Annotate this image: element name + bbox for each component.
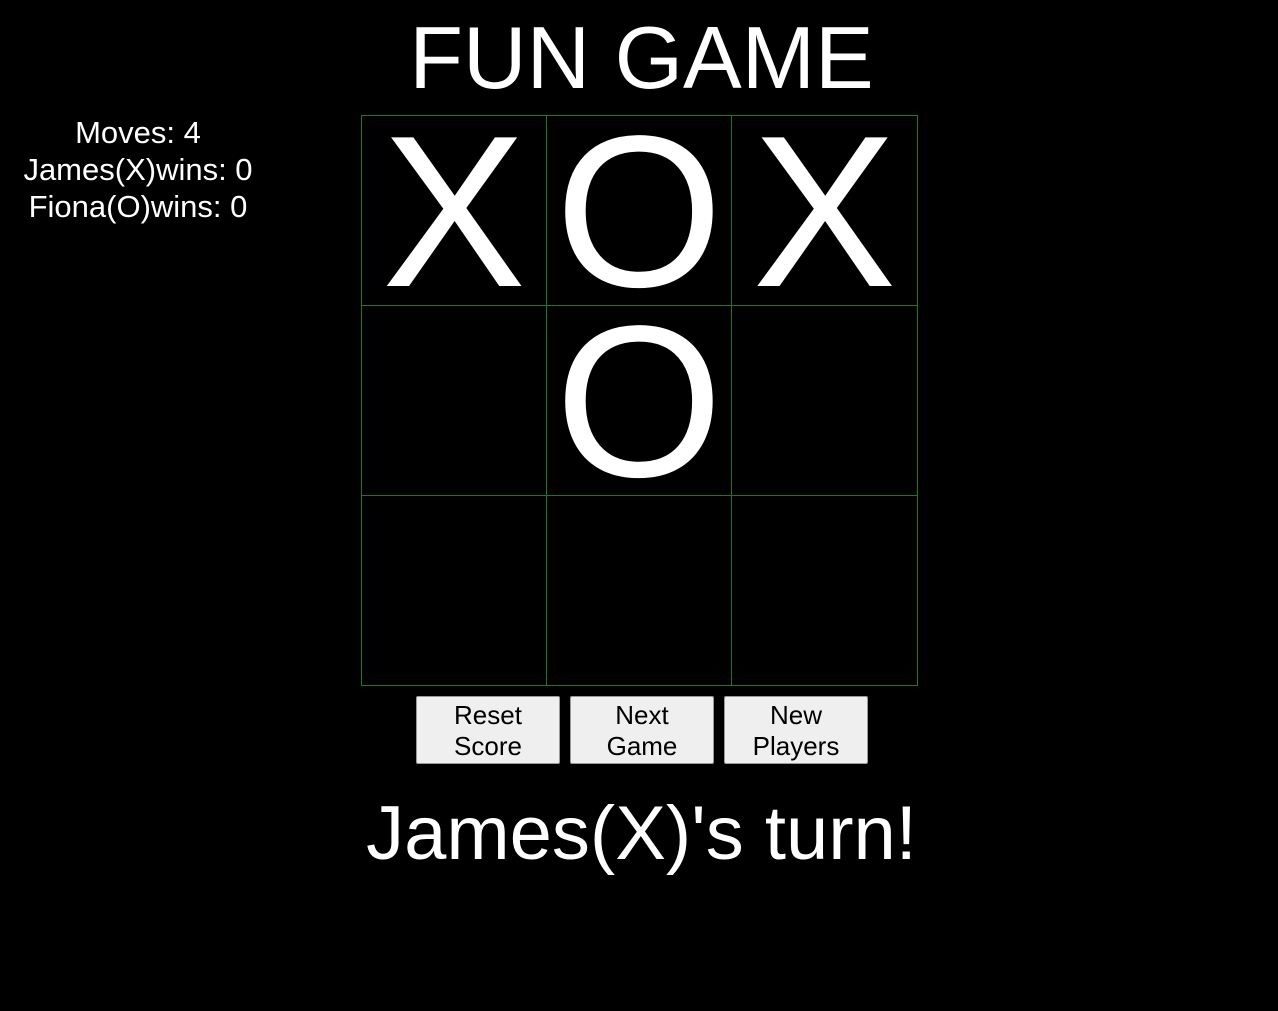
- board-cell-7[interactable]: [361, 495, 547, 686]
- player-o-wins: Fiona(O)wins: 0: [28, 189, 248, 224]
- button-row: Reset Score Next Game New Players: [416, 696, 868, 764]
- game-title: FUN GAME: [409, 8, 874, 107]
- board-cell-8[interactable]: [546, 495, 732, 686]
- board-cell-2[interactable]: O: [546, 115, 732, 306]
- board-cell-4[interactable]: [361, 305, 547, 496]
- reset-score-label-line-1: Reset: [454, 700, 522, 730]
- turn-status: James(X)'s turn!: [366, 791, 917, 876]
- next-game-button[interactable]: Next Game: [570, 696, 714, 764]
- next-game-label-line-2: Game: [606, 731, 678, 761]
- new-players-button[interactable]: New Players: [724, 696, 868, 764]
- new-players-label-line-2: Players: [752, 731, 840, 761]
- board-cell-3[interactable]: X: [731, 115, 918, 306]
- scoreboard: Moves: 4 James(X)wins: 0 Fiona(O)wins: 0: [8, 114, 268, 225]
- reset-score-label-line-2: Score: [454, 731, 522, 761]
- next-game-label-line-1: Next: [615, 700, 669, 730]
- player-x-wins: James(X)wins: 0: [23, 152, 253, 187]
- moves-counter: Moves: 4: [75, 115, 201, 150]
- new-players-label-line-1: New: [769, 700, 822, 730]
- reset-score-button[interactable]: Reset Score: [416, 696, 560, 764]
- board-cell-1[interactable]: X: [361, 115, 547, 306]
- board-cell-6[interactable]: [731, 305, 918, 496]
- game-board: X O X O: [361, 115, 918, 686]
- board-cell-5[interactable]: O: [546, 305, 732, 496]
- board-cell-9[interactable]: [731, 495, 918, 686]
